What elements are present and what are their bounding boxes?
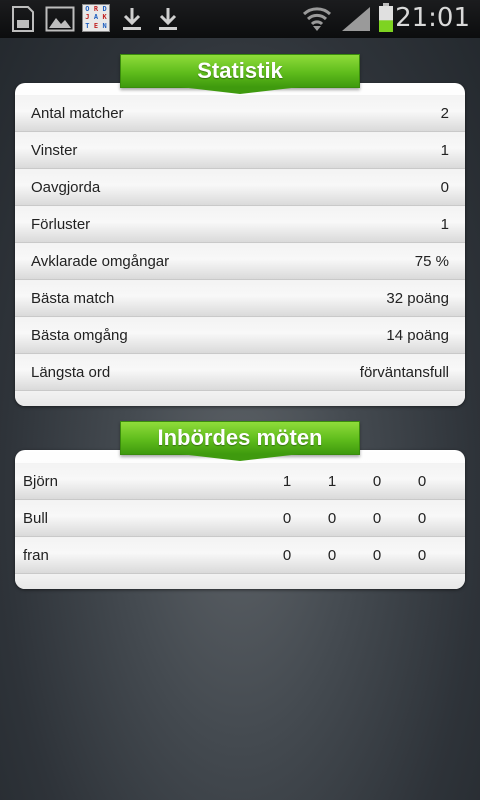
stat-value: 32 poäng	[386, 290, 449, 307]
app-logo-letter: D	[102, 4, 107, 13]
app-logo-letter: J	[85, 13, 90, 22]
card-bottom-padding	[15, 574, 465, 589]
statistik-card: Antal matcher 2 Vinster 1 Oavgjorda 0 Förluste…	[15, 83, 465, 406]
download-icon	[159, 8, 177, 30]
app-logo-letter: E	[93, 22, 99, 31]
stat-value: 14 poäng	[386, 327, 449, 344]
head-to-head-value: 1	[327, 473, 337, 490]
statistik-header: Statistik	[120, 54, 360, 94]
stat-label: Bästa match	[31, 290, 115, 307]
head-to-head-value: 0	[372, 510, 382, 527]
status-bar: ORD JAK TEN 21:01	[0, 0, 480, 38]
stat-label: Avklarade omgångar	[31, 253, 170, 270]
card-bottom-padding	[15, 391, 465, 406]
stat-row: Avklarade omgångar 75 %	[15, 243, 465, 280]
clock: 21:01	[395, 3, 470, 33]
stat-label: Längsta ord	[31, 364, 111, 381]
app-logo-letter: O	[85, 4, 90, 13]
head-to-head-value: 1	[282, 473, 292, 490]
stat-label: Oavgjorda	[31, 179, 101, 196]
head-to-head-value: 0	[372, 473, 382, 490]
stat-value: 0	[440, 179, 449, 196]
stat-row: Förluster 1	[15, 206, 465, 243]
stat-row: Antal matcher 2	[15, 95, 465, 132]
inbordes-moten-header: Inbördes möten	[120, 421, 360, 461]
head-to-head-value: 0	[282, 547, 292, 564]
opponent-name: Bull	[23, 510, 49, 527]
head-to-head-value: 0	[327, 510, 337, 527]
stat-row: Bästa omgång 14 poäng	[15, 317, 465, 354]
head-to-head-row[interactable]: fran 0 0 0 0	[15, 537, 465, 574]
app-logo-letter: A	[93, 13, 99, 22]
stat-row: Bästa match 32 poäng	[15, 280, 465, 317]
stat-value: 1	[440, 216, 449, 233]
stat-value: 2	[440, 105, 449, 122]
head-to-head-value: 0	[417, 473, 427, 490]
head-to-head-value: 0	[417, 547, 427, 564]
stat-row: Längsta ord förväntansfull	[15, 354, 465, 391]
stat-label: Bästa omgång	[31, 327, 128, 344]
app-logo-letter: T	[85, 22, 90, 31]
stat-row: Oavgjorda 0	[15, 169, 465, 206]
head-to-head-row[interactable]: Björn 1 1 0 0	[15, 463, 465, 500]
inbordes-moten-card: Björn 1 1 0 0 Bull 0 0 0 0 fran 0 0 0 0	[15, 450, 465, 589]
app-logo-letter: K	[102, 13, 107, 22]
image-icon	[45, 6, 75, 32]
ordjakten-app-icon: ORD JAK TEN	[82, 4, 110, 32]
head-to-head-value: 0	[417, 510, 427, 527]
stat-row: Vinster 1	[15, 132, 465, 169]
stat-value: 75 %	[414, 253, 449, 270]
stat-label: Förluster	[31, 216, 91, 233]
head-to-head-value: 0	[282, 510, 292, 527]
app-logo-letter: R	[93, 4, 99, 13]
sd-card-icon	[12, 6, 34, 32]
head-to-head-value: 0	[327, 547, 337, 564]
signal-icon	[342, 7, 370, 31]
head-to-head-value: 0	[372, 547, 382, 564]
stat-label: Antal matcher	[31, 105, 124, 122]
battery-icon	[379, 3, 393, 32]
opponent-name: Björn	[23, 473, 59, 490]
stat-value: 1	[440, 142, 449, 159]
app-logo-letter: N	[102, 22, 107, 31]
stat-label: Vinster	[31, 142, 78, 159]
head-to-head-row[interactable]: Bull 0 0 0 0	[15, 500, 465, 537]
opponent-name: fran	[23, 547, 49, 564]
wifi-icon	[302, 7, 332, 31]
stat-value: förväntansfull	[359, 364, 449, 381]
download-icon	[123, 8, 141, 30]
